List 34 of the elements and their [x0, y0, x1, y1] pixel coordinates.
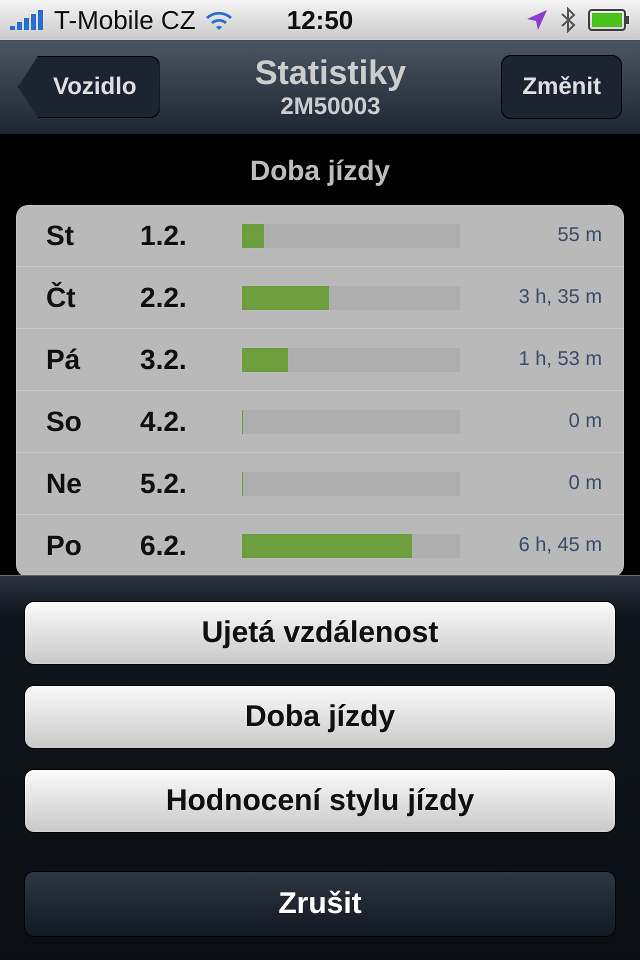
- option-button[interactable]: Doba jízdy: [24, 685, 616, 749]
- option-button[interactable]: Hodnocení stylu jízdy: [24, 769, 616, 833]
- option-button[interactable]: Ujetá vzdálenost: [24, 601, 616, 665]
- day-label: Pá: [46, 344, 82, 376]
- date-label: 4.2.: [140, 406, 188, 438]
- day-label: Ne: [46, 468, 83, 500]
- screen-subtitle: 2M50003: [280, 92, 380, 120]
- date-label: 2.2.: [140, 282, 188, 314]
- date-label: 1.2.: [140, 220, 188, 252]
- location-arrow-icon: [526, 9, 548, 31]
- day-label: Po: [46, 530, 83, 562]
- wifi-icon: [204, 9, 234, 31]
- duration-value: 0 m: [568, 472, 603, 495]
- duration-value: 6 h, 45 m: [518, 534, 603, 557]
- duration-value: 55 m: [556, 224, 603, 247]
- change-button[interactable]: Změnit: [501, 55, 622, 119]
- signal-icon: [10, 10, 46, 30]
- section-title: Doba jízdy: [250, 155, 390, 187]
- screen-title: Statistiky: [254, 54, 406, 92]
- carrier-name: T-Mobile CZ: [54, 4, 196, 36]
- duration-value: 3 h, 35 m: [518, 286, 603, 309]
- duration-value: 1 h, 53 m: [518, 348, 603, 371]
- date-label: 6.2.: [140, 530, 188, 562]
- date-label: 5.2.: [140, 468, 188, 500]
- day-label: So: [46, 406, 83, 438]
- day-label: St: [46, 220, 75, 252]
- duration-value: 0 m: [568, 410, 603, 433]
- back-button[interactable]: Vozidlo: [18, 56, 160, 118]
- bluetooth-icon: [560, 7, 576, 33]
- date-label: 3.2.: [140, 344, 188, 376]
- day-label: Čt: [46, 282, 77, 314]
- clock-time: 12:50: [286, 4, 354, 36]
- cancel-button[interactable]: Zrušit: [24, 871, 616, 937]
- battery-icon: [588, 9, 630, 31]
